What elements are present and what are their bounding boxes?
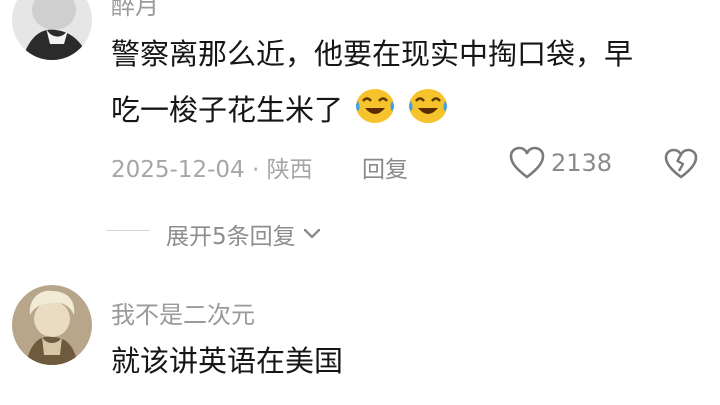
comment-text: 警察离那么近，他要在现实中掏口袋，早 [111,30,633,78]
comment-text-line-1: 警察离那么近，他要在现实中掏口袋，早 [111,37,634,71]
crying-laughing-emoji-icon [354,85,396,139]
avatar[interactable] [12,285,92,365]
comment-username[interactable]: 醉月 [111,0,159,21]
comment-text-line-2-wrap: 吃一梭子花生米了 [111,85,449,139]
comment-meta: 2025-12-04 · 陕西 [111,150,313,184]
comment-location: 陕西 [266,157,313,183]
comment-date: 2025-12-04 [111,157,245,183]
broken-heart-icon [664,148,698,180]
chevron-down-icon [302,221,322,247]
heart-icon [509,146,545,180]
dislike-button[interactable] [664,148,698,184]
crying-laughing-emoji-icon [407,85,449,139]
like-button[interactable]: 2138 [509,146,612,180]
expand-replies-label: 展开5条回复 [166,224,296,250]
meta-separator: · [251,157,260,183]
divider [106,230,150,231]
avatar[interactable] [12,0,92,60]
comment-text-line-2: 吃一梭子花生米了 [111,93,344,127]
expand-replies-button[interactable]: 展开5条回复 [166,217,322,251]
comment-username[interactable]: 我不是二次元 [111,295,255,330]
reply-button[interactable]: 回复 [362,150,408,184]
comment-text: 就该讲英语在美国 [111,344,344,378]
like-count: 2138 [551,149,613,177]
